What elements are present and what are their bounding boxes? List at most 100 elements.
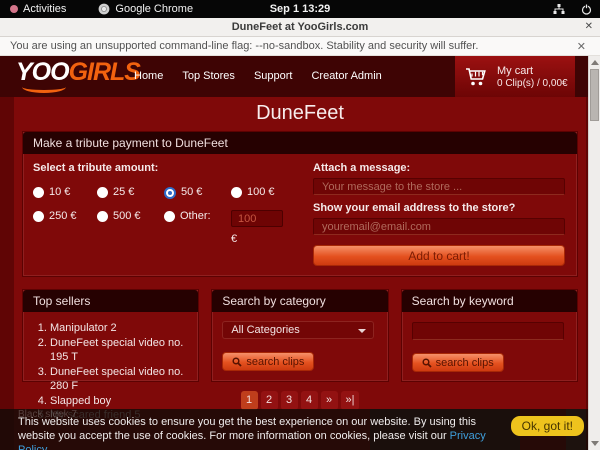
browser-viewport: YOOGIRLS Home Top Stores Support Creator… <box>0 56 600 450</box>
chevron-down-icon <box>358 329 366 333</box>
gnome-top-bar: Activities Google Chrome Sep 1 13:29 <box>0 0 600 18</box>
cart-icon <box>464 65 488 89</box>
scroll-down-icon[interactable] <box>591 441 599 446</box>
search-icon <box>232 357 242 367</box>
site-logo[interactable]: YOOGIRLS <box>16 58 140 87</box>
search-clips-label: search clips <box>246 356 304 368</box>
page-button-4[interactable]: 4 <box>301 391 318 410</box>
amount-label: Select a tribute amount: <box>33 162 301 174</box>
scrollbar-thumb[interactable] <box>590 69 599 121</box>
amount-option-label: Other: <box>180 210 211 222</box>
amount-option-label: 10 € <box>49 186 70 198</box>
activities-label: Activities <box>23 3 66 15</box>
chrome-warning-bar: You are using an unsupported command-lin… <box>0 37 600 56</box>
page-button-last[interactable]: »| <box>341 391 360 410</box>
clock[interactable]: Sep 1 13:29 <box>0 3 600 15</box>
email-label: Show your email address to the store? <box>313 202 565 214</box>
logo-smile-icon <box>22 81 66 93</box>
page-button-3[interactable]: 3 <box>281 391 298 410</box>
screen: Activities Google Chrome Sep 1 13:29 Dun… <box>0 0 600 450</box>
nav-item-top-stores[interactable]: Top Stores <box>182 70 235 82</box>
cookie-accept-button[interactable]: Ok, got it! <box>511 416 584 436</box>
search-keyword-header: Search by keyword <box>402 290 577 312</box>
chrome-icon <box>98 3 110 15</box>
page-button-next[interactable]: » <box>321 391 338 410</box>
cart-summary: 0 Clip(s) / 0,00€ <box>497 78 568 89</box>
top-seller-item[interactable]: DuneFeet special video no. 195 T <box>50 336 188 365</box>
my-cart-widget[interactable]: My cart 0 Clip(s) / 0,00€ <box>455 56 575 97</box>
nav-item-home[interactable]: Home <box>134 70 163 82</box>
search-category-header: Search by category <box>212 290 387 312</box>
amount-option-label: 100 € <box>247 186 275 198</box>
search-clips-keyword-button[interactable]: search clips <box>412 353 504 372</box>
amount-radio-50-selected[interactable]: 50 € <box>164 186 231 199</box>
search-clips-label: search clips <box>436 357 494 369</box>
add-to-cart-button[interactable]: Add to cart! <box>313 245 565 266</box>
tribute-panel: Make a tribute payment to DuneFeet Selec… <box>22 131 578 277</box>
activities-dot-icon <box>10 5 18 13</box>
keyword-input[interactable] <box>412 322 564 340</box>
site-header: YOOGIRLS Home Top Stores Support Creator… <box>0 56 588 97</box>
radio-icon[interactable] <box>33 211 44 222</box>
top-seller-item[interactable]: Slapped boy <box>50 394 188 409</box>
search-keyword-panel: Search by keyword search clips <box>401 289 578 382</box>
radio-icon[interactable] <box>164 211 175 222</box>
currency-label: € <box>231 233 301 245</box>
amount-radio-100[interactable]: 100 € <box>231 186 301 199</box>
radio-checked-icon[interactable] <box>164 187 176 199</box>
search-clips-category-button[interactable]: search clips <box>222 352 314 371</box>
other-amount-input[interactable] <box>231 210 283 227</box>
search-icon <box>422 358 432 368</box>
window-close-icon[interactable]: ✕ <box>585 21 593 32</box>
page-button-1[interactable]: 1 <box>241 391 258 410</box>
top-sellers-list: Manipulator 2 DuneFeet special video no.… <box>50 321 188 423</box>
cookie-consent-bar: Black sleek 7 This website uses cookies … <box>0 409 600 450</box>
category-select[interactable]: All Categories <box>222 321 374 339</box>
amount-radio-25[interactable]: 25 € <box>97 186 164 199</box>
activities-button[interactable]: Activities <box>10 3 66 15</box>
radio-icon[interactable] <box>231 187 242 198</box>
warning-text: You are using an unsupported command-lin… <box>10 40 478 52</box>
amount-radio-other[interactable]: Other: <box>164 210 231 245</box>
cookie-text-body: This website uses cookies to ensure you … <box>18 416 476 442</box>
search-category-panel: Search by category All Categories search… <box>211 289 388 382</box>
nav-item-support[interactable]: Support <box>254 70 293 82</box>
top-seller-item[interactable]: DuneFeet special video no. 280 F <box>50 365 188 394</box>
category-selected-option: All Categories <box>231 324 299 336</box>
warning-close-icon[interactable]: ✕ <box>577 40 586 53</box>
window-title: DuneFeet at YooGirls.com <box>0 21 600 33</box>
amount-option-label: 25 € <box>113 186 134 198</box>
page-title: DuneFeet <box>14 97 586 125</box>
amount-radio-group: 10 € 25 € 50 € <box>33 186 301 245</box>
nav-item-creator-admin[interactable]: Creator Admin <box>311 70 381 82</box>
radio-icon[interactable] <box>97 211 108 222</box>
amount-radio-10[interactable]: 10 € <box>33 186 97 199</box>
app-menu-button[interactable]: Google Chrome <box>98 3 193 15</box>
cookie-text: This website uses cookies to ensure you … <box>18 415 512 450</box>
amount-option-label: 50 € <box>181 186 202 198</box>
network-icon[interactable] <box>553 4 565 15</box>
scrollbar[interactable] <box>588 56 600 450</box>
amount-radio-500[interactable]: 500 € <box>97 210 164 245</box>
amount-option-label: 250 € <box>49 210 77 222</box>
amount-option-label: 500 € <box>113 210 141 222</box>
amount-radio-250[interactable]: 250 € <box>33 210 97 245</box>
app-name-label: Google Chrome <box>115 3 193 15</box>
message-input[interactable] <box>313 178 565 195</box>
page-container: DuneFeet Make a tribute payment to DuneF… <box>14 97 586 450</box>
logo-text-girls: GIRLS <box>69 58 140 86</box>
message-label: Attach a message: <box>313 162 565 174</box>
cart-title: My cart <box>497 65 568 77</box>
radio-icon[interactable] <box>33 187 44 198</box>
tribute-panel-header: Make a tribute payment to DuneFeet <box>23 132 577 154</box>
scroll-up-icon[interactable] <box>591 60 599 65</box>
main-nav: Home Top Stores Support Creator Admin <box>134 70 382 82</box>
page-button-2[interactable]: 2 <box>261 391 278 410</box>
top-sellers-panel: Top sellers Manipulator 2 DuneFeet speci… <box>22 289 199 382</box>
top-sellers-header: Top sellers <box>23 290 198 312</box>
window-titlebar[interactable]: DuneFeet at YooGirls.com ✕ <box>0 18 600 37</box>
top-seller-item[interactable]: Manipulator 2 <box>50 321 188 336</box>
power-icon[interactable] <box>581 4 592 15</box>
radio-icon[interactable] <box>97 187 108 198</box>
email-input[interactable] <box>313 218 565 235</box>
